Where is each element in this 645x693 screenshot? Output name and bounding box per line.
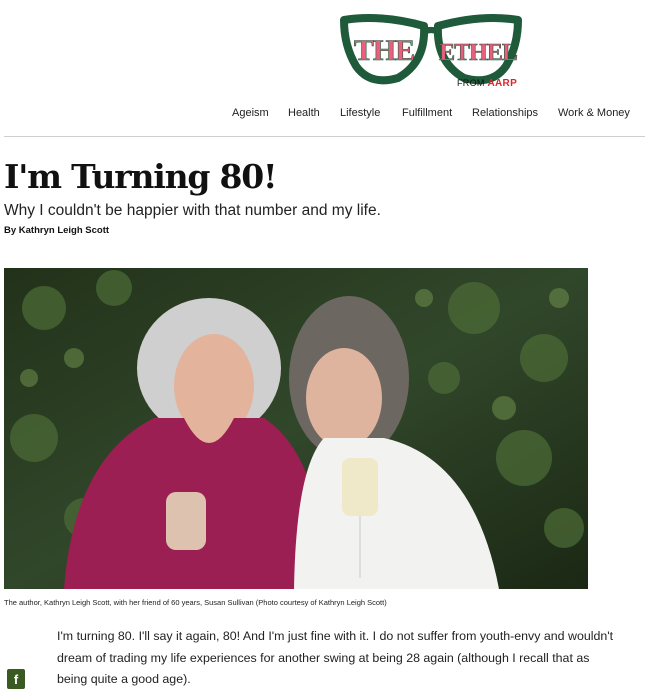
- article-body-paragraph: I'm turning 80. I'll say it again, 80! A…: [57, 629, 614, 686]
- logo-aarp-label: AARP: [487, 78, 518, 89]
- article-photo: [4, 268, 588, 589]
- article-dek: Why I couldn't be happier with that numb…: [4, 202, 381, 219]
- nav-item-fulfillment[interactable]: Fulfillment: [402, 107, 452, 119]
- nav-item-ageism[interactable]: Ageism: [232, 107, 269, 119]
- nav-item-relationships[interactable]: Relationships: [472, 107, 538, 119]
- facebook-icon: f: [13, 671, 19, 687]
- article-headline: I'm Turning 80!: [4, 157, 278, 196]
- header-divider: [4, 136, 645, 137]
- article-byline: By Kathryn Leigh Scott: [4, 225, 110, 236]
- logo-right-text: ETHEL: [439, 40, 517, 66]
- logo-tagline: FROM AARP: [457, 78, 517, 89]
- logo-from-label: FROM: [457, 78, 485, 88]
- photo-caption: The author, Kathryn Leigh Scott, with he…: [4, 598, 387, 607]
- nav-item-lifestyle[interactable]: Lifestyle: [340, 107, 380, 119]
- nav-item-work-money[interactable]: Work & Money: [558, 107, 630, 119]
- facebook-share-button[interactable]: f: [7, 669, 25, 689]
- logo-left-text: THE: [354, 34, 414, 67]
- nav-item-health[interactable]: Health: [288, 107, 320, 119]
- main-nav: Ageism Health Lifestyle Fulfillment Rela…: [0, 107, 645, 123]
